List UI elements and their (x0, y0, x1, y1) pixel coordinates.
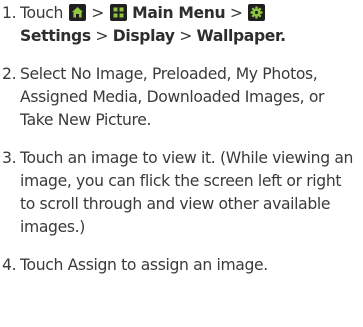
step-1: 1. Touch > Main Menu > Settings > Displa… (2, 2, 363, 48)
step-number: 2. (2, 65, 17, 83)
home-icon (68, 4, 86, 21)
manual-page: 1. Touch > Main Menu > Settings > Displa… (0, 0, 363, 327)
step-text: Touch an image to view it. (While viewin… (20, 149, 354, 236)
step-text: Touch Assign to assign an image. (20, 256, 268, 274)
main-menu-grid-icon (109, 4, 127, 21)
step-text: Touch > Main Menu > Settings > Display >… (20, 4, 286, 45)
step-text: Select No Image, Preloaded, My Photos, A… (20, 65, 325, 129)
step-number: 1. (2, 4, 17, 22)
step-3: 3. Touch an image to view it. (While vie… (2, 147, 363, 239)
step-2: 2. Select No Image, Preloaded, My Photos… (2, 63, 363, 132)
step-number: 3. (2, 149, 17, 167)
step-4: 4. Touch Assign to assign an image. (2, 254, 363, 277)
step-number: 4. (2, 256, 17, 274)
instruction-steps: 1. Touch > Main Menu > Settings > Displa… (2, 2, 363, 277)
settings-gear-icon (248, 4, 266, 21)
